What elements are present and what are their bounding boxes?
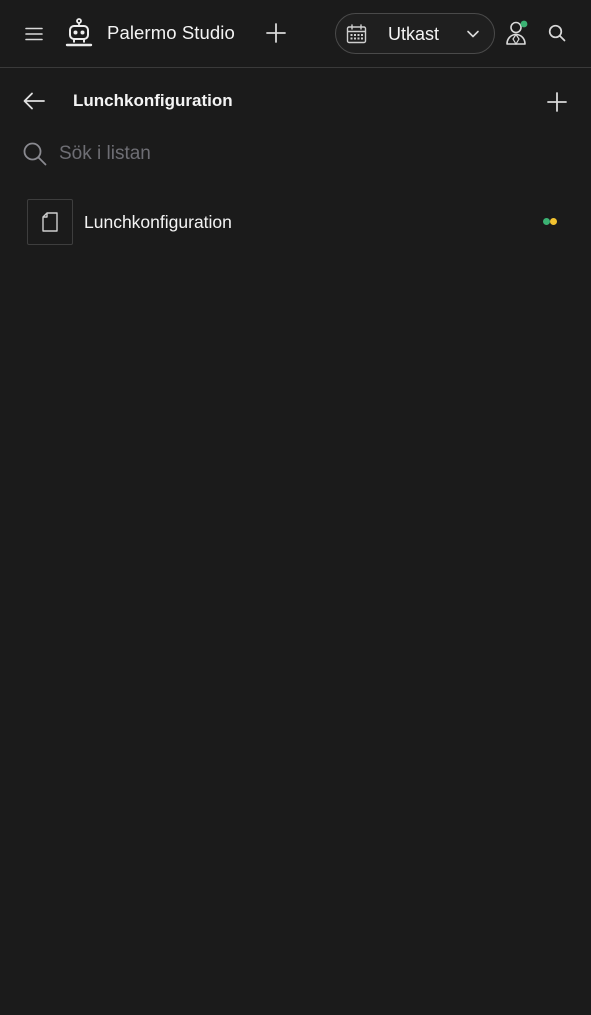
status-dropdown[interactable]: Utkast — [335, 13, 495, 54]
app-title: Palermo Studio — [107, 22, 235, 43]
user-icon — [506, 20, 528, 46]
calendar-icon — [346, 24, 367, 44]
robot-icon — [65, 18, 93, 47]
search-icon — [548, 24, 566, 42]
search-button[interactable] — [545, 21, 569, 45]
arrow-left-icon — [23, 92, 45, 110]
plus-icon — [547, 92, 567, 112]
page-title: Lunchkonfiguration — [73, 91, 233, 110]
search-input[interactable] — [59, 141, 559, 167]
user-button[interactable] — [503, 18, 533, 48]
list-item-title: Lunchkonfiguration — [84, 212, 232, 232]
app-logo[interactable] — [64, 17, 94, 49]
status-label: Utkast — [388, 24, 440, 44]
status-indicator — [543, 218, 559, 226]
add-item-button[interactable] — [543, 88, 571, 116]
plus-icon — [266, 23, 286, 43]
menu-button[interactable] — [20, 20, 48, 48]
chevron-down-icon — [467, 30, 479, 38]
list-item[interactable]: Lunchkonfiguration — [0, 194, 591, 250]
status-dot-yellow — [550, 218, 557, 225]
add-button[interactable] — [262, 19, 290, 47]
document-thumbnail — [27, 199, 73, 245]
search-icon — [23, 142, 47, 166]
document-icon — [42, 212, 58, 232]
hamburger-menu-icon — [25, 27, 43, 41]
status-dot-green — [543, 218, 550, 225]
list-search — [22, 141, 572, 169]
top-bar: Palermo Studio Utkast — [0, 0, 591, 68]
back-button[interactable] — [20, 88, 48, 114]
